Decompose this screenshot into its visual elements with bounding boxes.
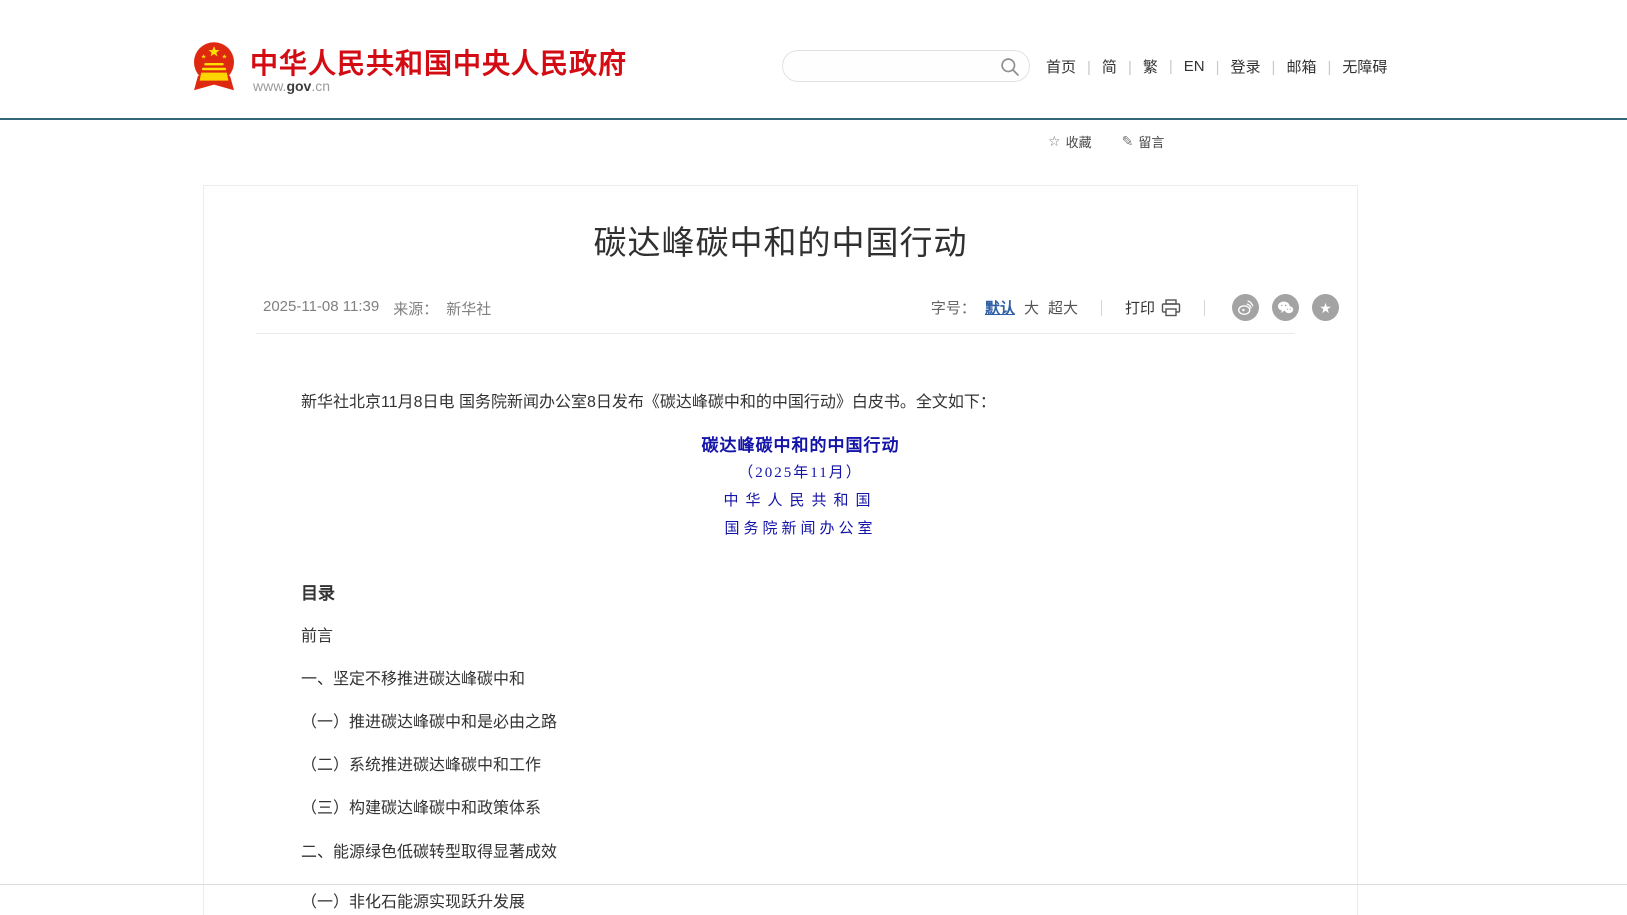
toc-item-section1: 一、坚定不移推进碳达峰碳中和 (301, 665, 525, 689)
toc-heading: 目录 (301, 579, 335, 604)
share-weibo-button[interactable] (1232, 294, 1259, 321)
weibo-icon (1237, 299, 1254, 316)
doc-title: 碳达峰碳中和的中国行动 (284, 431, 1317, 456)
toolbar-divider (1101, 300, 1102, 316)
site-header: 中华人民共和国中央人民政府 www.gov.cn 首页 简 繁 EN 登录 邮箱… (0, 0, 1627, 118)
share-wechat-button[interactable] (1272, 294, 1299, 321)
site-url-gov: gov (286, 78, 311, 94)
comment-button[interactable]: ✎ 留言 (1122, 132, 1165, 151)
viewport-bottom-divider (0, 884, 1627, 885)
print-label: 打印 (1125, 297, 1155, 318)
fontsize-large-button[interactable]: 大 (1024, 297, 1039, 318)
pencil-icon: ✎ (1122, 133, 1134, 150)
top-nav: 首页 简 繁 EN 登录 邮箱 无障碍 (1046, 56, 1387, 77)
share-more-button[interactable]: ★ (1312, 294, 1339, 321)
article-source: 新华社 (446, 298, 491, 319)
doc-date: （2025年11月） (284, 461, 1317, 482)
toc-item-section2-1: （一）非化石能源实现跃升发展 (301, 888, 525, 912)
nav-item-mail[interactable]: 邮箱 (1261, 56, 1317, 77)
toc-item-section1-3: （三）构建碳达峰碳中和政策体系 (301, 794, 541, 818)
article-meta: 2025-11-08 11:39 来源： 新华社 (263, 298, 491, 319)
print-button[interactable]: 打印 (1125, 297, 1181, 318)
toc-item-section1-2: （二）系统推进碳达峰碳中和工作 (301, 751, 541, 775)
toolbar-divider (1204, 300, 1205, 316)
search-input[interactable] (797, 51, 992, 81)
home-logo-link[interactable]: 中华人民共和国中央人民政府 www.gov.cn (190, 38, 660, 98)
article-actions: ☆ 收藏 ✎ 留言 (1048, 132, 1164, 151)
doc-author-line2: 国务院新闻办公室 (284, 517, 1317, 538)
star-share-icon: ★ (1319, 301, 1332, 315)
search-icon[interactable] (1000, 57, 1020, 77)
source-label: 来源： (393, 298, 438, 319)
fontsize-label: 字号： (931, 297, 976, 318)
site-url: www.gov.cn (253, 78, 330, 94)
favorite-label: 收藏 (1066, 132, 1092, 151)
nav-item-login[interactable]: 登录 (1205, 56, 1261, 77)
comment-label: 留言 (1138, 132, 1164, 151)
page: 中华人民共和国中央人民政府 www.gov.cn 首页 简 繁 EN 登录 邮箱… (0, 0, 1627, 915)
nav-item-traditional[interactable]: 繁 (1117, 56, 1158, 77)
search-box (782, 50, 1030, 82)
nav-item-english[interactable]: EN (1158, 58, 1205, 75)
fontsize-xlarge-button[interactable]: 超大 (1048, 297, 1078, 318)
toc-item-section2: 二、能源绿色低碳转型取得显著成效 (301, 838, 557, 862)
article-toolbar: 字号： 默认 大 超大 打印 (931, 294, 1339, 321)
toc-item-preface: 前言 (301, 622, 333, 646)
doc-author-line1: 中华人民共和国 (284, 489, 1317, 510)
nav-item-accessibility[interactable]: 无障碍 (1316, 56, 1387, 77)
fontsize-default-button[interactable]: 默认 (985, 297, 1015, 318)
article-title: 碳达峰碳中和的中国行动 (204, 216, 1357, 264)
lead-paragraph: 新华社北京11月8日电 国务院新闻办公室8日发布《碳达峰碳中和的中国行动》白皮书… (301, 391, 1321, 414)
nav-item-simplified[interactable]: 简 (1076, 56, 1117, 77)
site-url-prefix: www. (253, 78, 286, 94)
nav-item-home[interactable]: 首页 (1046, 56, 1076, 77)
favorite-button[interactable]: ☆ 收藏 (1048, 132, 1092, 151)
toc-item-section1-1: （一）推进碳达峰碳中和是必由之路 (301, 708, 557, 732)
printer-icon (1161, 299, 1181, 317)
wechat-icon (1277, 299, 1294, 316)
site-url-suffix: .cn (311, 78, 330, 94)
site-title: 中华人民共和国中央人民政府 (250, 42, 627, 82)
header-divider (0, 118, 1627, 120)
article-card: 碳达峰碳中和的中国行动 2025-11-08 11:39 来源： 新华社 字号：… (203, 185, 1358, 915)
meta-divider (256, 333, 1295, 334)
national-emblem-icon (190, 40, 238, 94)
star-outline-icon: ☆ (1048, 133, 1061, 150)
article-date: 2025-11-08 11:39 (263, 298, 379, 319)
